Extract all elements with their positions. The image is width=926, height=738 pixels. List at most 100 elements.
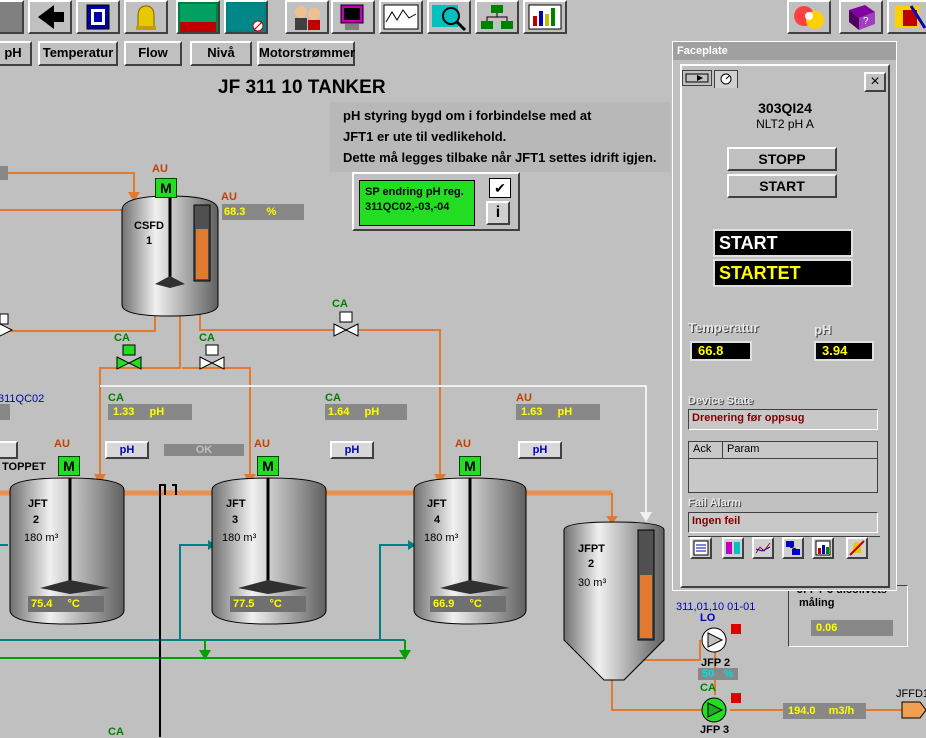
command-state: START: [713, 229, 853, 257]
jft4-temp-readout[interactable]: 66.9 °C: [430, 596, 506, 612]
ack-param-table: Ack Param: [688, 441, 878, 493]
csfd-motor-mode: AU: [152, 163, 168, 175]
jft3-ph-value: 1.64: [328, 406, 350, 418]
jft3-name: JFT: [226, 498, 246, 510]
jft3-ph-unit: pH: [364, 406, 380, 418]
csfd-name: CSFD: [134, 220, 164, 232]
jft2-temp-value: 75.4: [31, 598, 53, 610]
start-button[interactable]: START: [727, 174, 837, 198]
jft4-ph-mode: AU: [516, 392, 532, 404]
jft2-number: 2: [33, 514, 40, 526]
jft4-motor[interactable]: M: [459, 456, 481, 476]
toppet-label: TOPPET: [2, 461, 46, 473]
jft2-ph-value: 1.33: [113, 406, 135, 418]
temperature-value: 66.8: [690, 341, 752, 361]
csfd-level-mode: AU: [221, 191, 237, 203]
csfd-level-unit: %: [266, 206, 277, 218]
jft4-motor-mode: AU: [455, 438, 471, 450]
ack-column[interactable]: Ack: [693, 443, 711, 455]
jft2-name: JFT: [28, 498, 48, 510]
ok-indicator: OK: [164, 444, 244, 456]
jft3-volume: 180 m³: [222, 532, 257, 544]
jft4-volume: 180 m³: [424, 532, 459, 544]
jft3-motor[interactable]: M: [257, 456, 279, 476]
faceplate-tab-1[interactable]: [682, 70, 712, 86]
network-small-icon[interactable]: [782, 537, 804, 559]
faceplate-window: Faceplate × 303QI24 NLT2 pH A STOPP STAR…: [672, 41, 897, 591]
flow-unit: m3/h: [828, 705, 855, 717]
expand-arrow-icon: [685, 73, 709, 83]
faceplate-title-bar[interactable]: Faceplate: [673, 42, 896, 60]
jft2-volume: 180 m³: [24, 532, 59, 544]
jft2-motor-mode: AU: [54, 438, 70, 450]
jft3-ph-mode: CA: [325, 392, 341, 404]
jft4-ph-unit: pH: [557, 406, 573, 418]
jft2-ph-mode: CA: [108, 392, 124, 404]
pump-3-name: JFP 3: [700, 724, 730, 736]
jft3-motor-mode: AU: [254, 438, 270, 450]
param-column[interactable]: Param: [727, 443, 759, 455]
jft3-temp-readout[interactable]: 77.5 °C: [230, 596, 306, 612]
valve-3-mode: CA: [332, 298, 348, 310]
jft2-ph-readout[interactable]: 1.33 pH: [108, 404, 192, 420]
jft4-ph-button[interactable]: pH: [518, 441, 562, 459]
pump-2-mode: LO: [700, 612, 716, 624]
device-state-label: Device State: [688, 395, 754, 407]
column-divider: [722, 442, 723, 458]
temperature-label: Temperatur: [688, 320, 759, 335]
trend-icon[interactable]: [752, 537, 774, 559]
gauge-icon: [720, 73, 732, 85]
measure-line-2: måling: [799, 597, 835, 609]
jft2-ph-button[interactable]: pH: [105, 441, 149, 459]
device-state-value: Drenering før oppsug: [688, 409, 878, 430]
faceplate-close-button[interactable]: ×: [864, 72, 886, 92]
report-small-icon[interactable]: [812, 537, 834, 559]
jft2-ph-unit: pH: [149, 406, 165, 418]
csfd-level-value: 68.3: [224, 206, 246, 218]
csfd-motor[interactable]: M: [155, 178, 177, 198]
flow-readout[interactable]: 194.0 m3/h: [783, 703, 866, 719]
list-icon[interactable]: [690, 537, 712, 559]
ph-label: pH: [814, 322, 832, 337]
jft3-ph-readout[interactable]: 1.64 pH: [325, 404, 407, 420]
faceplate-tag: 303QI24: [758, 100, 812, 116]
jfpt-volume: 30 m³: [578, 577, 607, 589]
jft4-ph-readout[interactable]: 1.63 pH: [516, 404, 600, 420]
left-ph-button[interactable]: [0, 441, 18, 459]
flow-destination: JFFD1: [896, 688, 926, 700]
pump-2-speed-value: 50: [702, 668, 715, 680]
jft2-temp-unit: °C: [67, 598, 80, 610]
cylinders-icon[interactable]: [722, 537, 744, 559]
pump-2-speed[interactable]: 50 %: [698, 668, 738, 680]
fail-alarm-label: Fail Alarm: [688, 497, 741, 509]
jft4-name: JFT: [427, 498, 447, 510]
jft2-temp-readout[interactable]: 75.4 °C: [28, 596, 104, 612]
stop-button[interactable]: STOPP: [727, 147, 837, 171]
measurement-box: JFPT 3 ulcollvets måling 0.06: [788, 584, 908, 647]
running-state: STARTET: [713, 259, 853, 287]
faceplate-description: NLT2 pH A: [756, 117, 814, 131]
valve-1-mode: CA: [114, 332, 130, 344]
jfpt-number: 2: [588, 558, 595, 570]
jft3-ph-button[interactable]: pH: [330, 441, 374, 459]
csfd-level-readout[interactable]: 68.3 %: [222, 204, 304, 220]
ack-param-header: Ack Param: [689, 442, 877, 459]
pump-tag: 311,01,10 01-01: [676, 601, 756, 613]
pump-2-speed-unit: %: [723, 668, 734, 680]
faceplate-body: × 303QI24 NLT2 pH A STOPP START START ST…: [680, 64, 890, 588]
measure-readout[interactable]: 0.06: [811, 620, 893, 636]
jft3-temp-value: 77.5: [233, 598, 255, 610]
bottom-ca-label: CA: [108, 726, 124, 738]
ph-value: 3.94: [814, 341, 874, 361]
flow-value: 194.0: [788, 705, 816, 717]
jft3-temp-unit: °C: [269, 598, 282, 610]
jfpt-name: JFPT: [578, 543, 605, 555]
fail-alarm-value: Ingen feil: [688, 512, 878, 533]
jft3-number: 3: [232, 514, 239, 526]
jft4-number: 4: [434, 514, 441, 526]
jft2-motor[interactable]: M: [58, 456, 80, 476]
left-ph-readout[interactable]: [0, 404, 10, 420]
alarm-disable-icon[interactable]: [846, 537, 868, 559]
faceplate-tab-2[interactable]: [714, 70, 738, 88]
jft4-temp-unit: °C: [469, 598, 482, 610]
